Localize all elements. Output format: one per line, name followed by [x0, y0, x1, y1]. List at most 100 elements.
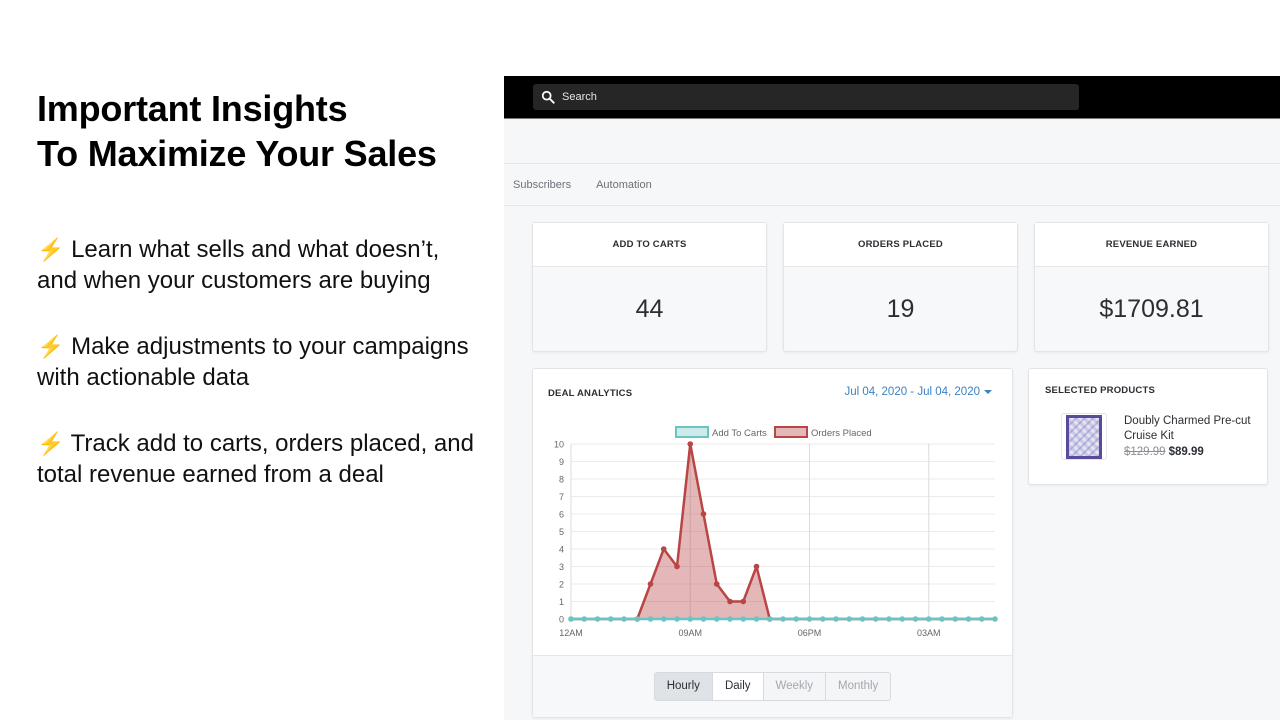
data-point [687, 616, 694, 622]
data-point [978, 616, 985, 622]
data-point [660, 546, 667, 552]
feature-list: ⚡ Learn what sells and what doesn’t, and… [37, 234, 477, 490]
y-tick-label: 1 [559, 597, 564, 607]
data-point [607, 616, 614, 622]
data-point [872, 616, 879, 622]
data-point [660, 616, 667, 622]
stat-value: 19 [886, 295, 915, 323]
feature-text: Track add to carts, orders placed, and t… [37, 430, 474, 488]
x-tick-label: 06PM [798, 628, 822, 638]
deal-analytics-title: DEAL ANALYTICS [548, 388, 633, 399]
period-selector-bar: Hourly Daily Weekly Monthly [533, 655, 1012, 717]
feature-item: ⚡ Learn what sells and what doesn’t, and… [37, 234, 477, 296]
y-tick-label: 6 [559, 510, 564, 520]
lightning-icon: ⚡ [37, 431, 65, 456]
tab-automation[interactable]: Automation [596, 179, 652, 191]
y-tick-label: 8 [559, 475, 564, 485]
data-point [621, 616, 627, 622]
data-point [806, 616, 813, 622]
data-point [700, 616, 707, 622]
product-name[interactable]: Doubly Charmed Pre-cut Cruise Kit [1124, 414, 1254, 444]
data-point [581, 616, 588, 622]
data-point [819, 616, 826, 622]
y-tick-label: 3 [559, 562, 564, 572]
data-point [634, 616, 641, 622]
data-point [793, 616, 800, 622]
stat-card-revenue-earned: REVENUE EARNED $1709.81 [1034, 222, 1269, 352]
app-window: Search Subscribers Automation ADD TO CAR… [504, 76, 1280, 720]
stat-value: $1709.81 [1099, 295, 1204, 323]
lightning-icon: ⚡ [37, 237, 65, 262]
y-tick-label: 0 [559, 615, 564, 625]
legend-label: Add To Carts [712, 428, 767, 439]
caret-down-icon [984, 389, 992, 394]
top-bar: Search [504, 76, 1280, 119]
data-point [674, 563, 680, 570]
y-tick-label: 7 [559, 492, 564, 502]
data-point [753, 563, 760, 570]
period-button-weekly[interactable]: Weekly [763, 673, 826, 700]
data-point [568, 616, 574, 622]
lightning-icon: ⚡ [37, 334, 65, 359]
data-point [939, 616, 945, 622]
feature-item: ⚡ Track add to carts, orders placed, and… [37, 428, 477, 490]
y-tick-label: 2 [559, 580, 564, 590]
stat-label: REVENUE EARNED [1035, 223, 1268, 267]
tab-subscribers[interactable]: Subscribers [513, 179, 571, 191]
data-point [766, 616, 773, 622]
x-tick-label: 09AM [678, 628, 702, 638]
headline-line-1: Important Insights [37, 88, 348, 129]
data-point [965, 616, 972, 622]
stat-value: 44 [635, 295, 664, 323]
date-range-text: Jul 04, 2020 - Jul 04, 2020 [844, 386, 980, 398]
stat-label: ADD TO CARTS [533, 223, 766, 267]
period-button-hourly[interactable]: Hourly [654, 673, 713, 700]
data-point [594, 616, 601, 622]
data-point [700, 511, 707, 517]
data-point [886, 616, 892, 622]
headline-line-2: To Maximize Your Sales [37, 133, 437, 174]
product-thumbnail[interactable] [1061, 413, 1107, 460]
data-point [753, 616, 760, 622]
data-point [740, 598, 747, 605]
data-point [912, 616, 919, 622]
data-point [740, 616, 747, 622]
legend-swatch [774, 426, 808, 438]
date-range-picker[interactable]: Jul 04, 2020 - Jul 04, 2020 [844, 386, 992, 398]
promo-headline: Important Insights To Maximize Your Sale… [37, 86, 477, 176]
period-button-monthly[interactable]: Monthly [826, 673, 891, 700]
stat-card-orders-placed: ORDERS PLACED 19 [783, 222, 1018, 352]
deal-analytics-chart: 0 1 2 3 4 5 6 7 8 9 10 12AM 09AM 06PM 03AM Add To Carts… [554, 426, 998, 638]
y-tick-label: 5 [559, 527, 564, 537]
data-point [780, 616, 786, 622]
y-tick-label: 10 [554, 440, 564, 450]
data-point [992, 616, 998, 622]
data-point [647, 581, 654, 587]
x-tick-label: 03AM [917, 628, 941, 638]
stat-card-add-to-carts: ADD TO CARTS 44 [532, 222, 767, 352]
y-tick-label: 9 [559, 457, 564, 467]
quilt-image [1066, 414, 1102, 459]
period-button-daily[interactable]: Daily [712, 673, 764, 700]
data-point [727, 616, 733, 622]
data-point [647, 616, 654, 622]
feature-text: Make adjustments to your campaigns with … [37, 333, 469, 391]
data-point [846, 616, 853, 622]
nav-tabs: Subscribers Automation [504, 164, 1280, 206]
data-point [713, 581, 720, 587]
selected-products-card: SELECTED PRODUCTS Doubly Charmed Pre-cut… [1028, 368, 1268, 485]
period-selector: Hourly Daily Weekly Monthly [653, 672, 892, 701]
search-input[interactable]: Search [533, 84, 1079, 110]
legend-label: Orders Placed [811, 428, 872, 439]
y-tick-label: 4 [559, 545, 564, 555]
legend-swatch [675, 426, 709, 438]
data-point [833, 616, 839, 622]
product-price: $129.99 $89.99 [1124, 446, 1204, 458]
page-header [504, 119, 1280, 164]
data-point [713, 616, 720, 622]
product-old-price: $129.99 [1124, 446, 1166, 458]
feature-item: ⚡ Make adjustments to your campaigns wit… [37, 331, 477, 393]
data-point [859, 616, 866, 622]
promo-panel: Important Insights To Maximize Your Sale… [37, 86, 477, 525]
data-point [727, 598, 733, 605]
